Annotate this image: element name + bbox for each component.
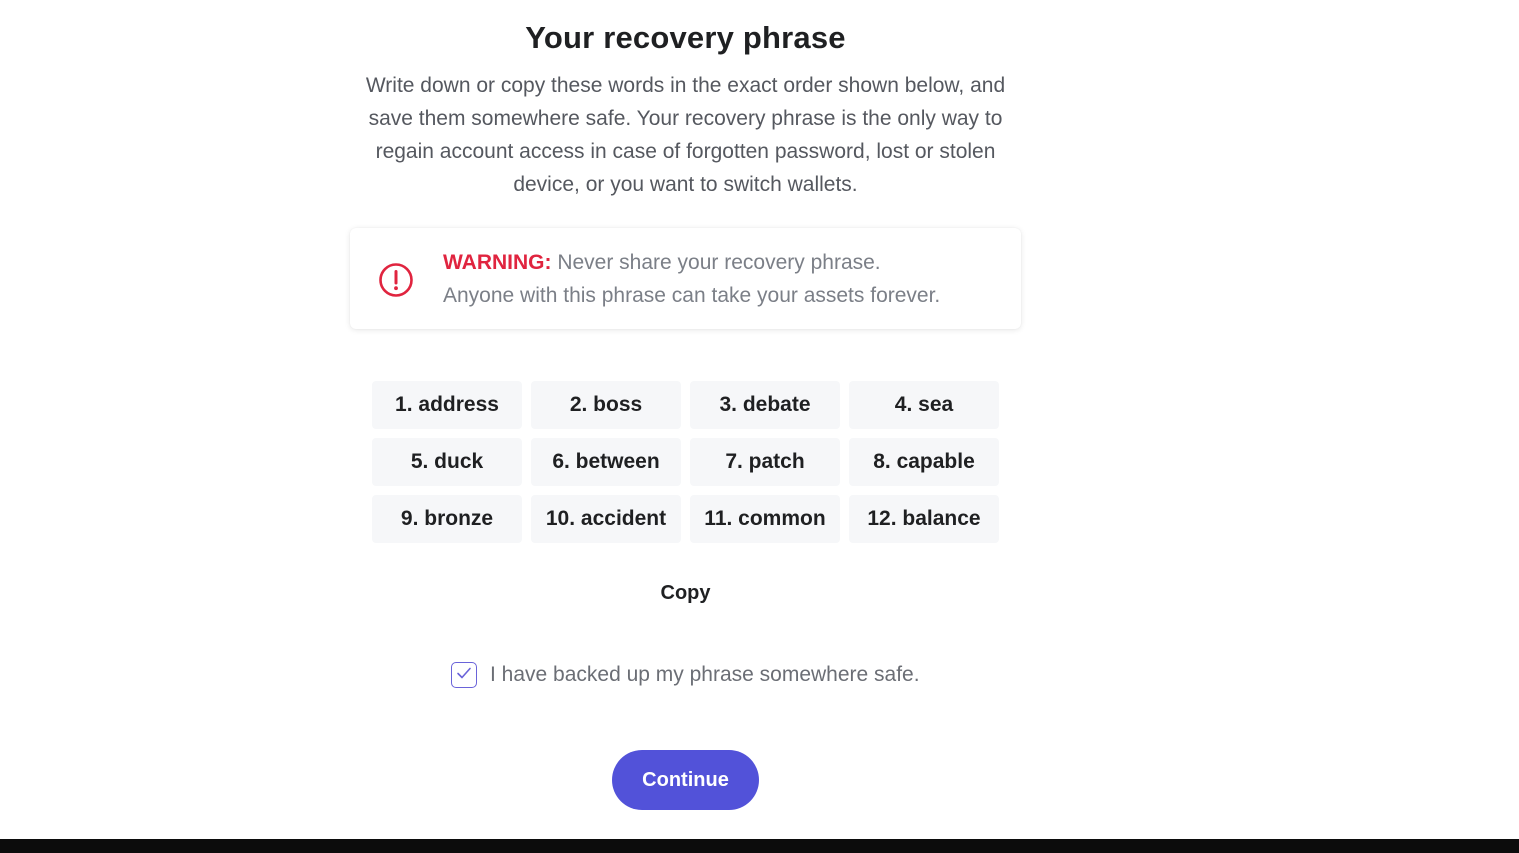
recovery-word: 10. accident (531, 495, 681, 543)
recovery-word: 2. boss (531, 381, 681, 429)
warning-line-1: Never share your recovery phrase. (551, 251, 881, 274)
recovery-phrase-page: Your recovery phrase Write down or copy … (0, 0, 1519, 853)
recovery-word: 8. capable (849, 438, 999, 486)
recovery-word: 4. sea (849, 381, 999, 429)
recovery-word: 9. bronze (372, 495, 522, 543)
recovery-word: 3. debate (690, 381, 840, 429)
warning-line-2: Anyone with this phrase can take your as… (443, 284, 941, 307)
recovery-word: 11. common (690, 495, 840, 543)
bottom-bar (0, 839, 1519, 853)
recovery-word: 12. balance (849, 495, 999, 543)
checkmark-icon (456, 666, 472, 685)
page-description: Write down or copy these words in the ex… (365, 74, 1006, 196)
continue-button[interactable]: Continue (612, 750, 759, 810)
backup-checkbox-label[interactable]: I have backed up my phrase somewhere saf… (490, 663, 920, 687)
recovery-word: 7. patch (690, 438, 840, 486)
recovery-word-grid: 1. address 2. boss 3. debate 4. sea 5. d… (372, 381, 1002, 543)
warning-card: WARNING: Never share your recovery phras… (350, 228, 1021, 329)
copy-button[interactable]: Copy (635, 577, 736, 609)
backup-confirmation: I have backed up my phrase somewhere saf… (451, 660, 920, 690)
warning-message: WARNING: Never share your recovery phras… (443, 246, 1013, 312)
page-title: Your recovery phrase (525, 20, 846, 55)
exclamation-circle-icon (378, 262, 414, 298)
recovery-word: 6. between (531, 438, 681, 486)
warning-label: WARNING: (443, 251, 552, 274)
backup-checkbox[interactable] (451, 662, 477, 688)
recovery-word: 5. duck (372, 438, 522, 486)
recovery-word: 1. address (372, 381, 522, 429)
